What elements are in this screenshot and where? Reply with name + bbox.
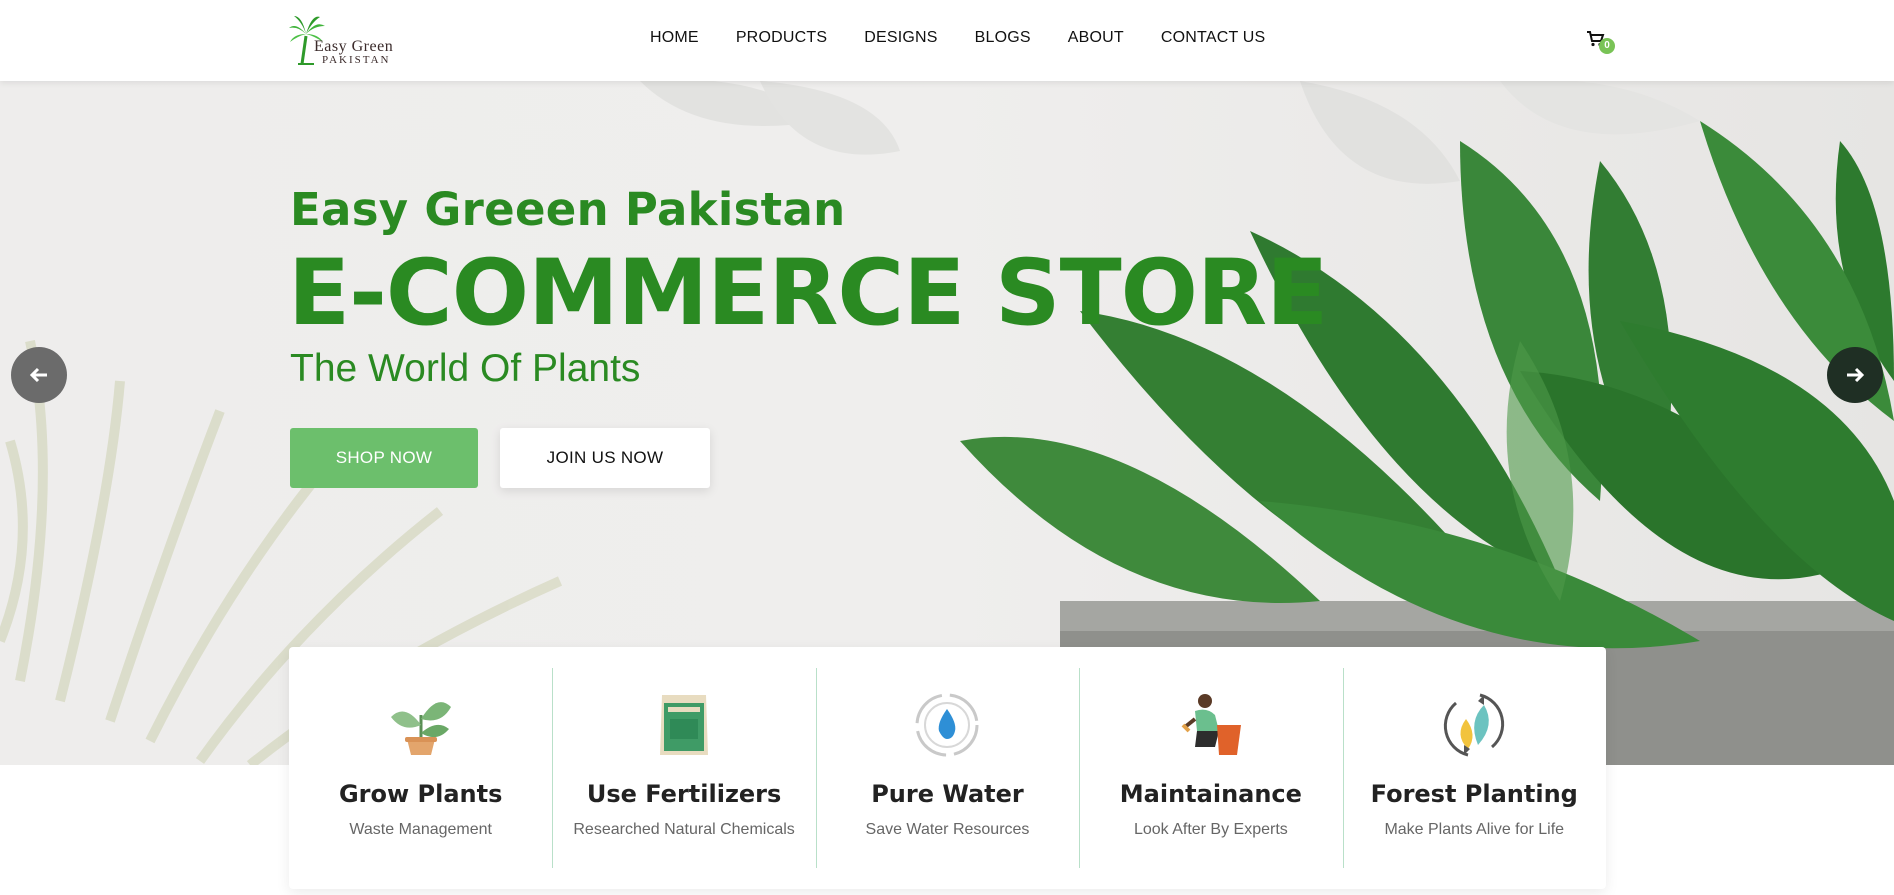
gardener-icon (1181, 694, 1241, 755)
feature-subtitle: Researched Natural Chemicals (573, 821, 795, 838)
nav-about[interactable]: ABOUT (1068, 29, 1124, 47)
feature-title: Use Fertilizers (586, 780, 782, 808)
feature-title: Pure Water (871, 780, 1024, 808)
nav-products[interactable]: PRODUCTS (736, 29, 827, 47)
feature-card[interactable]: Grow Plants Waste Management (289, 647, 552, 889)
potted-plant-icon (390, 702, 451, 755)
feature-subtitle: Look After By Experts (1133, 821, 1288, 838)
water-drop-icon (915, 693, 979, 757)
site-logo[interactable]: Easy Green PAKISTAN (288, 14, 428, 66)
fertilizer-bag-icon (660, 695, 709, 755)
hero-subtitle: Easy Greeen Pakistan (290, 183, 846, 236)
site-header: Easy Green PAKISTAN HOME PRODUCTS DESIGN… (0, 0, 1894, 81)
feature-card[interactable]: Pure Water Save Water Resources (815, 647, 1079, 889)
arrow-left-icon (30, 367, 47, 383)
feature-title: Forest Planting (1370, 780, 1578, 808)
hero-tagline: The World Of Plants (290, 347, 641, 390)
feature-card[interactable]: Forest Planting Make Plants Alive for Li… (1342, 647, 1606, 889)
feature-title: Maintainance (1119, 780, 1302, 808)
cart-button[interactable]: 0 (1587, 31, 1617, 57)
feature-card[interactable]: Use Fertilizers Researched Natural Chemi… (552, 647, 815, 889)
cart-count-badge: 0 (1599, 38, 1615, 54)
feature-title: Grow Plants (338, 780, 503, 808)
logo-text-line2: PAKISTAN (322, 54, 391, 66)
leaves-cycle-icon (1444, 693, 1505, 757)
features-panel: Grow Plants Waste Management Use Fertili… (289, 647, 1606, 889)
feature-subtitle: Save Water Resources (865, 821, 1030, 838)
shop-now-button[interactable]: SHOP NOW (290, 428, 478, 488)
hero-title: E-COMMERCE STORE (288, 241, 1328, 346)
main-nav: HOME PRODUCTS DESIGNS BLOGS ABOUT CONTAC… (650, 29, 1302, 47)
arrow-right-icon (1847, 367, 1864, 383)
feature-subtitle: Make Plants Alive for Life (1384, 821, 1565, 838)
carousel-next-button[interactable] (1827, 347, 1883, 403)
nav-blogs[interactable]: BLOGS (975, 29, 1031, 47)
feature-card[interactable]: Maintainance Look After By Experts (1079, 647, 1342, 889)
feature-subtitle: Waste Management (349, 821, 492, 838)
nav-contact-us[interactable]: CONTACT US (1161, 29, 1266, 47)
nav-designs[interactable]: DESIGNS (864, 29, 937, 47)
carousel-prev-button[interactable] (11, 347, 67, 403)
nav-home[interactable]: HOME (650, 29, 699, 47)
join-us-now-button[interactable]: JOIN US NOW (500, 428, 710, 488)
